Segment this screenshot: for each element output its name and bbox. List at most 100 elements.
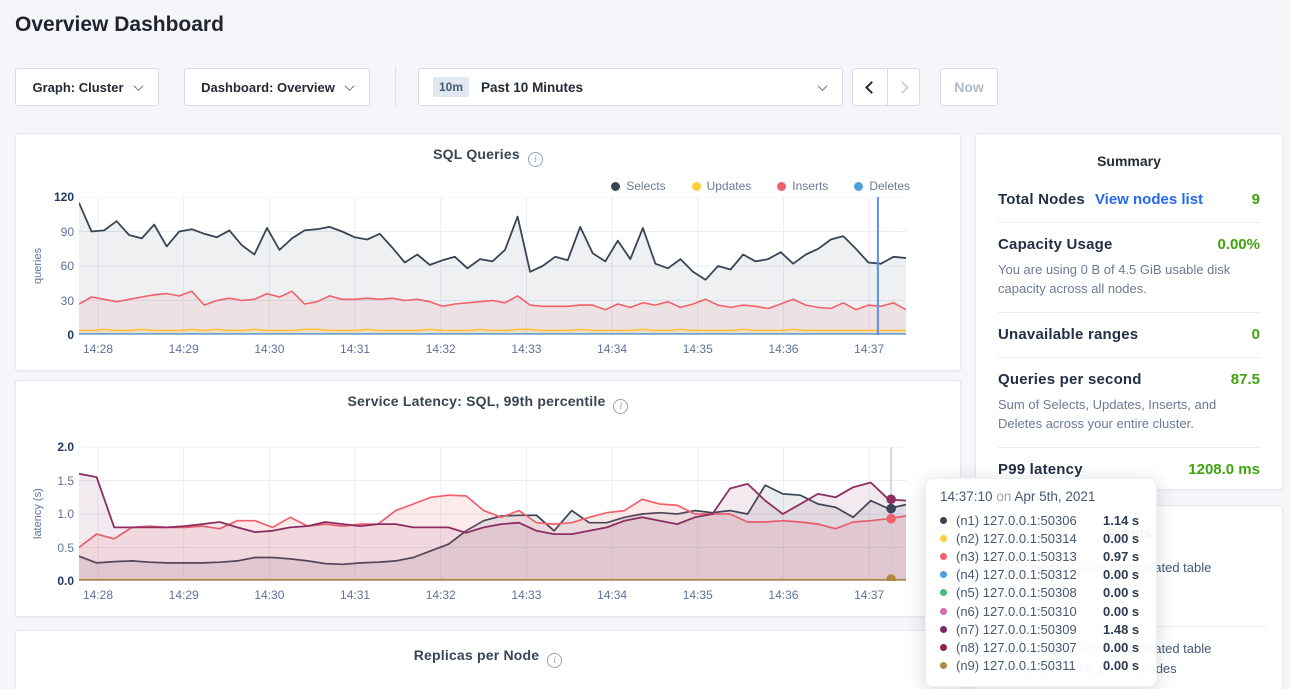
- tooltip-node-address: (n4) 127.0.0.1:50312: [956, 567, 1103, 582]
- x-axis-tick: 14:35: [676, 588, 720, 602]
- overview-dashboard-page: Overview Dashboard Graph: Cluster Dashbo…: [0, 0, 1290, 689]
- x-axis-tick: 14:28: [76, 588, 120, 602]
- tooltip-node-value: 1.14 s: [1103, 513, 1139, 528]
- y-axis-tick: 60: [32, 259, 74, 273]
- summary-value: 0: [1252, 326, 1260, 343]
- sql-queries-chart[interactable]: [79, 197, 906, 340]
- graph-dropdown-label: Graph: Cluster: [32, 80, 123, 95]
- tooltip-node-address: (n5) 127.0.0.1:50308: [956, 585, 1103, 600]
- chart-hover-tooltip: 14:37:10 on Apr 5th, 2021 (n1) 127.0.0.1…: [925, 478, 1157, 687]
- tooltip-node-value: 1.48 s: [1103, 622, 1139, 637]
- summary-label: Unavailable ranges: [998, 326, 1138, 343]
- info-icon[interactable]: i: [613, 399, 628, 414]
- summary-row-capacity-usage: Capacity Usage 0.00% You are using 0 B o…: [998, 222, 1260, 312]
- node-color-dot: [940, 644, 947, 651]
- time-range-dropdown[interactable]: 10m Past 10 Minutes: [418, 68, 843, 106]
- x-axis-tick: 14:36: [761, 342, 805, 356]
- tooltip-row: (n6) 127.0.0.1:503100.00 s: [940, 602, 1142, 620]
- x-axis-tick: 14:31: [333, 588, 377, 602]
- y-axis-tick: 30: [32, 294, 74, 308]
- summary-label: Queries per second: [998, 371, 1142, 388]
- tooltip-node-value: 0.00 s: [1103, 585, 1139, 600]
- x-axis-tick: 14:34: [590, 342, 634, 356]
- y-axis-tick: 2.0: [32, 440, 74, 454]
- summary-value: 1208.0 ms: [1188, 461, 1260, 478]
- service-latency-title: Service Latency: SQL, 99th percentilei: [16, 393, 960, 414]
- tooltip-node-address: (n6) 127.0.0.1:50310: [956, 604, 1103, 619]
- summary-title: Summary: [976, 134, 1282, 178]
- graph-dropdown[interactable]: Graph: Cluster: [15, 68, 159, 106]
- sql-queries-card: SQL Queriesi SelectsUpdatesInsertsDelete…: [15, 133, 961, 371]
- legend-label: Updates: [707, 179, 752, 193]
- summary-description: Sum of Selects, Updates, Inserts, and De…: [998, 395, 1260, 433]
- x-axis-tick: 14:31: [333, 342, 377, 356]
- legend-dot: [854, 182, 863, 191]
- y-axis-tick: 90: [32, 225, 74, 239]
- chevron-left-icon: [865, 81, 878, 94]
- summary-label: P99 latency: [998, 461, 1083, 478]
- summary-label: Capacity Usage: [998, 236, 1113, 253]
- summary-value: 0.00%: [1217, 236, 1260, 253]
- tooltip-node-address: (n7) 127.0.0.1:50309: [956, 622, 1103, 637]
- time-range-badge: 10m: [433, 77, 469, 97]
- node-color-dot: [940, 589, 947, 596]
- tooltip-timestamp: 14:37:10 on Apr 5th, 2021: [940, 489, 1142, 504]
- tooltip-node-address: (n8) 127.0.0.1:50307: [956, 640, 1103, 655]
- sql-queries-plot: [79, 197, 906, 335]
- summary-row-unavailable-ranges: Unavailable ranges 0: [998, 312, 1260, 357]
- dashboard-dropdown-label: Dashboard: Overview: [201, 80, 335, 95]
- summary-panel: Summary Total Nodes View nodes list 9 Ca…: [975, 133, 1283, 490]
- tooltip-row: (n7) 127.0.0.1:503091.48 s: [940, 620, 1142, 638]
- tooltip-node-value: 0.97 s: [1103, 549, 1139, 564]
- tooltip-row: (n2) 127.0.0.1:503140.00 s: [940, 529, 1142, 547]
- node-color-dot: [940, 662, 947, 669]
- time-forward-button: [887, 68, 920, 106]
- x-axis-tick: 14:33: [504, 588, 548, 602]
- chevron-right-icon: [896, 81, 909, 94]
- x-axis-tick: 14:29: [162, 588, 206, 602]
- x-axis-tick: 14:28: [76, 342, 120, 356]
- legend-item-deletes: Deletes: [854, 179, 910, 193]
- replicas-title: Replicas per Nodei: [16, 647, 960, 668]
- y-axis-tick: 0.5: [32, 541, 74, 555]
- tooltip-node-value: 0.00 s: [1103, 658, 1139, 673]
- tooltip-row: (n3) 127.0.0.1:503130.97 s: [940, 547, 1142, 565]
- time-range-label: Past 10 Minutes: [481, 80, 583, 95]
- info-icon[interactable]: i: [528, 152, 543, 167]
- y-axis-tick: 1.0: [32, 507, 74, 521]
- legend-label: Deletes: [869, 179, 910, 193]
- y-axis-tick: 0.0: [32, 574, 74, 588]
- legend-dot: [777, 182, 786, 191]
- legend-label: Selects: [626, 179, 665, 193]
- tooltip-node-address: (n1) 127.0.0.1:50306: [956, 513, 1103, 528]
- page-title: Overview Dashboard: [15, 13, 224, 37]
- node-color-dot: [940, 535, 947, 542]
- summary-row-queries-per-second: Queries per second 87.5 Sum of Selects, …: [998, 357, 1260, 447]
- tooltip-row: (n9) 127.0.0.1:503110.00 s: [940, 657, 1142, 675]
- replicas-per-node-card: Replicas per Nodei: [15, 630, 961, 689]
- tooltip-rows: (n1) 127.0.0.1:503061.14 s(n2) 127.0.0.1…: [940, 511, 1142, 675]
- x-axis-tick: 14:36: [761, 588, 805, 602]
- x-axis-tick: 14:34: [590, 588, 634, 602]
- node-color-dot: [940, 553, 947, 560]
- x-axis-tick: 14:30: [247, 588, 291, 602]
- now-button: Now: [940, 68, 998, 106]
- tooltip-node-address: (n3) 127.0.0.1:50313: [956, 549, 1103, 564]
- tooltip-node-value: 0.00 s: [1103, 640, 1139, 655]
- tooltip-node-address: (n2) 127.0.0.1:50314: [956, 531, 1103, 546]
- x-axis-tick: 14:32: [419, 342, 463, 356]
- y-axis-tick: 0: [32, 328, 74, 342]
- x-axis-tick: 14:29: [162, 342, 206, 356]
- x-axis-tick: 14:35: [676, 342, 720, 356]
- tooltip-node-value: 0.00 s: [1103, 604, 1139, 619]
- x-axis-tick: 14:33: [504, 342, 548, 356]
- x-axis-tick: 14:37: [847, 342, 891, 356]
- dashboard-dropdown[interactable]: Dashboard: Overview: [184, 68, 370, 106]
- y-axis-tick: 120: [32, 190, 74, 204]
- service-latency-chart[interactable]: [79, 447, 906, 586]
- summary-label: Total Nodes: [998, 191, 1085, 208]
- time-back-button[interactable]: [852, 68, 888, 106]
- info-icon[interactable]: i: [547, 653, 562, 668]
- view-nodes-list-link[interactable]: View nodes list: [1095, 191, 1203, 208]
- legend-label: Inserts: [792, 179, 828, 193]
